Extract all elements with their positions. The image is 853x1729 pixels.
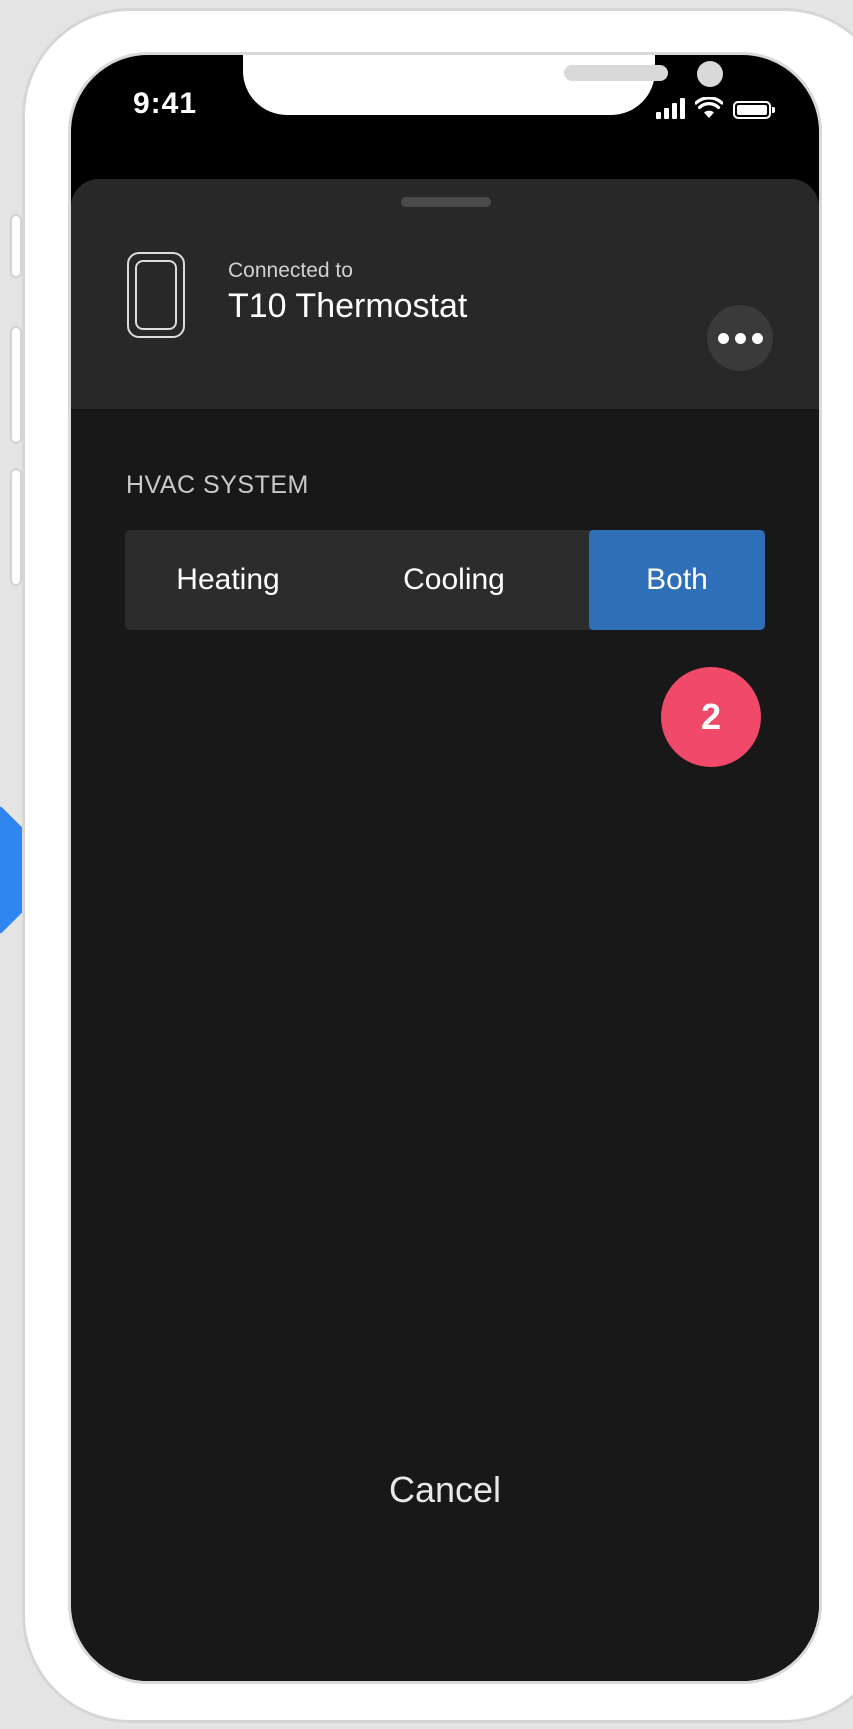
status-time: 9:41 bbox=[133, 87, 198, 120]
sheet-header: Connected to T10 Thermostat bbox=[71, 179, 819, 409]
front-camera bbox=[697, 61, 723, 87]
connected-label: Connected to bbox=[228, 259, 353, 282]
wifi-icon bbox=[695, 97, 723, 118]
hvac-section-label: HVAC SYSTEM bbox=[126, 471, 309, 499]
hvac-segmented-control: Heating Cooling Both bbox=[125, 530, 765, 630]
volume-down-button bbox=[10, 468, 22, 586]
step-badge: 2 bbox=[661, 667, 761, 767]
notch bbox=[243, 55, 723, 115]
hvac-option-cooling[interactable]: Cooling bbox=[331, 530, 577, 630]
phone-screen: 9:41 Connected to T10 Thermostat HVAC SY… bbox=[68, 52, 822, 1684]
thermostat-icon bbox=[127, 252, 185, 338]
status-bar: 9:41 bbox=[71, 55, 819, 173]
status-icons bbox=[656, 91, 775, 119]
volume-up-button bbox=[10, 326, 22, 444]
more-dot bbox=[717, 332, 729, 344]
device-name: T10 Thermostat bbox=[228, 287, 468, 325]
more-options-button[interactable] bbox=[707, 305, 773, 371]
sheet-grabber-handle[interactable] bbox=[401, 197, 491, 207]
hvac-option-heating[interactable]: Heating bbox=[125, 530, 331, 630]
speaker-grille bbox=[564, 65, 668, 81]
bottom-sheet: Connected to T10 Thermostat HVAC SYSTEM … bbox=[71, 179, 819, 1681]
battery-icon bbox=[733, 101, 775, 119]
mute-switch bbox=[10, 214, 22, 278]
cancel-button[interactable]: Cancel bbox=[71, 1469, 819, 1511]
hvac-option-both[interactable]: Both bbox=[589, 530, 765, 630]
signal-icon bbox=[656, 97, 685, 119]
more-dot bbox=[751, 332, 763, 344]
more-dot bbox=[734, 332, 746, 344]
